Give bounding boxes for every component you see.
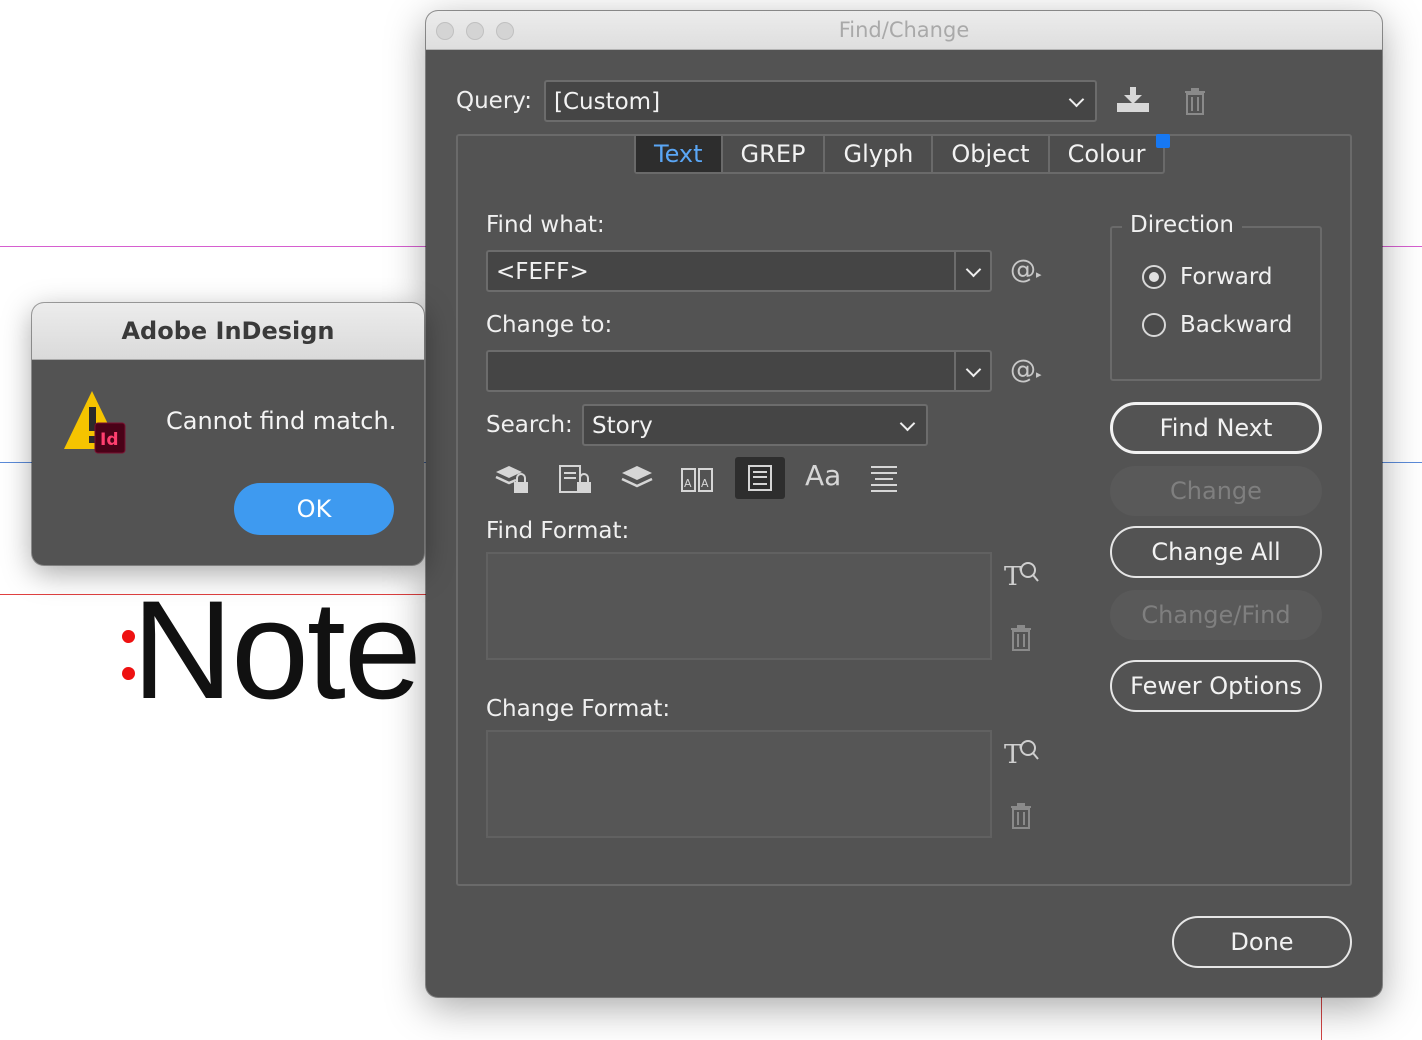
special-characters-icon[interactable]: @▸: [1010, 257, 1042, 283]
chevron-down-icon[interactable]: [954, 352, 990, 390]
find-next-button[interactable]: Find Next: [1110, 402, 1322, 454]
tab-text[interactable]: Text: [636, 136, 723, 172]
find-format-box[interactable]: [486, 552, 992, 660]
tab-bar: Text GREP Glyph Object Colour: [634, 134, 1166, 174]
query-label: Query:: [456, 88, 532, 114]
search-scope-dropdown[interactable]: Story: [582, 404, 928, 446]
find-change-dialog: Find/Change Query: [Custom] Text GREP Gl…: [426, 11, 1382, 997]
delete-query-icon[interactable]: [1183, 87, 1207, 115]
direction-backward-label[interactable]: Backward: [1180, 312, 1292, 338]
document-text[interactable]: Note: [132, 580, 422, 720]
direction-backward-radio[interactable]: [1142, 313, 1166, 337]
find-what-label: Find what:: [486, 212, 605, 238]
alert-message: Cannot find match.: [166, 407, 397, 435]
dialog-title: Find/Change: [838, 18, 970, 42]
change-format-box[interactable]: [486, 730, 992, 838]
margin-line: [1321, 990, 1322, 1040]
case-sensitive-symbol: Aa: [805, 459, 842, 492]
whole-word-icon[interactable]: [869, 463, 899, 495]
find-what-field[interactable]: <FEFF>: [486, 250, 992, 292]
change-to-label: Change to:: [486, 312, 613, 338]
tab-glyph[interactable]: Glyph: [825, 136, 934, 172]
change-find-button[interactable]: Change/Find: [1110, 590, 1322, 640]
include-footnotes-icon[interactable]: [735, 457, 785, 499]
special-characters-icon[interactable]: @▸: [1010, 357, 1042, 383]
include-locked-stories-icon[interactable]: [557, 463, 593, 495]
save-query-icon[interactable]: [1116, 85, 1150, 113]
alert-title: Adobe InDesign: [32, 303, 424, 360]
specify-find-format-icon[interactable]: T: [1004, 559, 1040, 589]
include-locked-layers-icon[interactable]: [494, 463, 530, 495]
svg-text:A: A: [701, 477, 709, 490]
svg-text:T: T: [1004, 562, 1022, 589]
chevron-down-icon[interactable]: [954, 252, 990, 290]
fewer-options-button[interactable]: Fewer Options: [1110, 660, 1322, 712]
special-characters-symbol: @: [1010, 255, 1036, 285]
app-badge-text: Id: [100, 430, 119, 450]
search-label: Search:: [486, 412, 573, 438]
special-characters-symbol: @: [1010, 355, 1036, 385]
warning-icon: Id: [62, 389, 126, 455]
search-scope-value: Story: [592, 413, 653, 439]
chevron-down-icon: [890, 406, 926, 444]
include-hidden-layers-icon[interactable]: [619, 463, 655, 495]
tab-colour[interactable]: Colour: [1050, 136, 1164, 172]
query-dropdown[interactable]: [Custom]: [544, 80, 1097, 122]
direction-forward-radio[interactable]: [1142, 265, 1166, 289]
tab-object[interactable]: Object: [933, 136, 1050, 172]
svg-text:A: A: [684, 477, 692, 490]
specify-change-format-icon[interactable]: T: [1004, 737, 1040, 767]
query-value: [Custom]: [554, 89, 661, 115]
tab-grep[interactable]: GREP: [723, 136, 826, 172]
change-to-field[interactable]: [486, 350, 992, 392]
direction-group: [1110, 226, 1322, 381]
done-button[interactable]: Done: [1172, 916, 1352, 968]
alert-dialog: Adobe InDesign Id Cannot find match. OK: [32, 303, 424, 565]
find-format-label: Find Format:: [486, 518, 630, 544]
include-master-pages-icon[interactable]: AA: [679, 463, 715, 495]
find-what-value: <FEFF>: [496, 259, 589, 285]
change-button[interactable]: Change: [1110, 466, 1322, 516]
chevron-down-icon: [1059, 82, 1095, 120]
change-all-button[interactable]: Change All: [1110, 526, 1322, 578]
clear-change-format-icon[interactable]: [1010, 803, 1032, 829]
ok-button[interactable]: OK: [234, 483, 394, 535]
clear-find-format-icon[interactable]: [1010, 625, 1032, 651]
change-format-label: Change Format:: [486, 696, 671, 722]
case-sensitive-icon[interactable]: Aa: [805, 462, 841, 490]
direction-forward-label[interactable]: Forward: [1180, 264, 1273, 290]
svg-text:T: T: [1004, 740, 1022, 767]
tab-marker: [1156, 134, 1170, 148]
direction-label: Direction: [1122, 212, 1242, 238]
title-bar: Find/Change: [426, 11, 1382, 50]
